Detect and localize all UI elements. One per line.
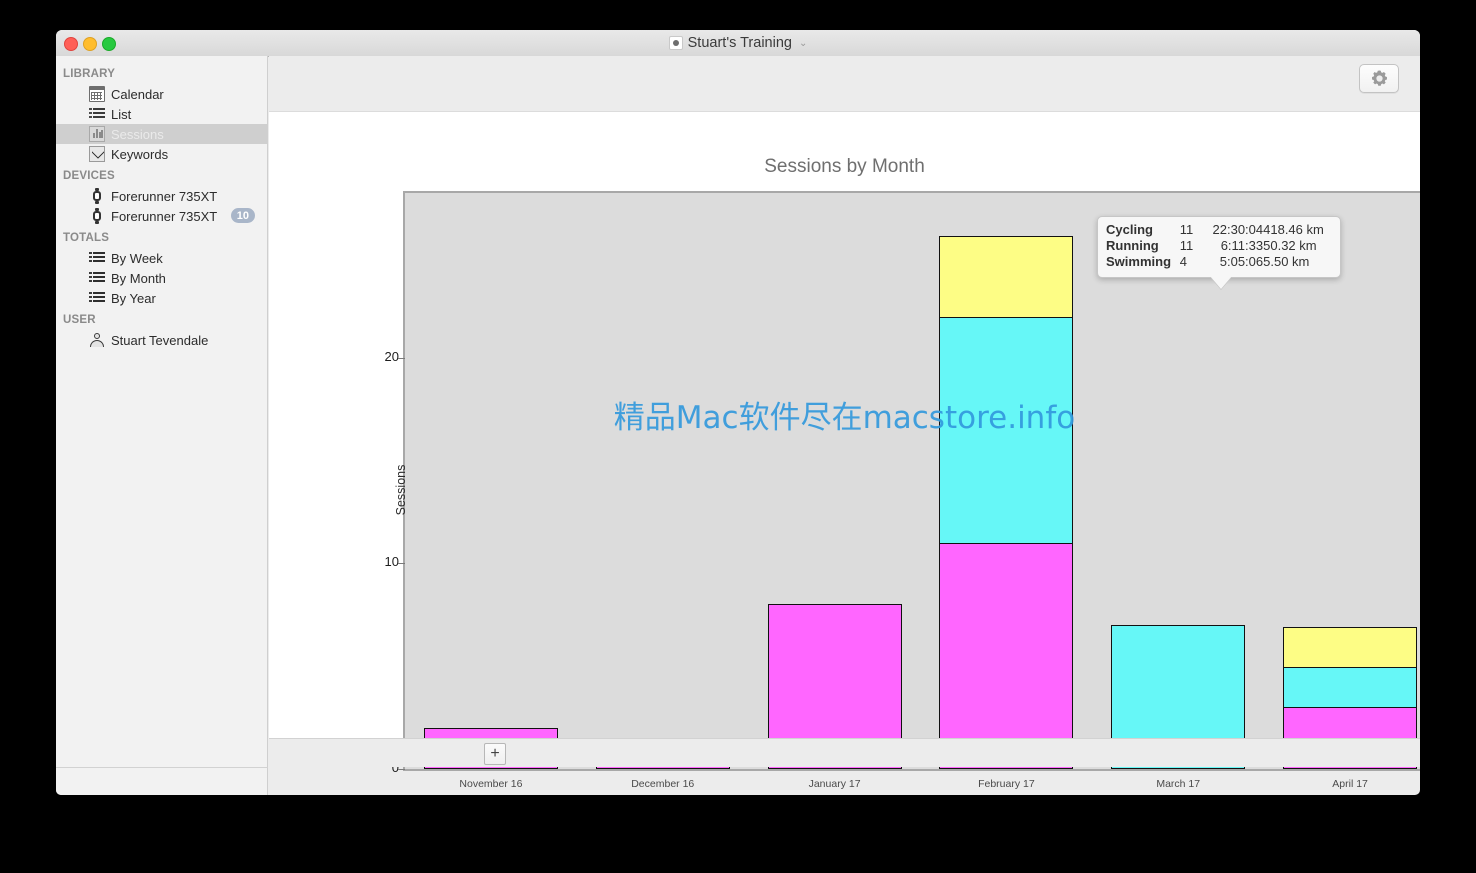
- tooltip-distance: 418.46 km: [1263, 222, 1324, 237]
- sidebar-item-forerunner-735xt[interactable]: Forerunner 735XT: [56, 186, 267, 206]
- chart-container: Sessions by Month Sessions 0 10 20 Novembe…: [269, 112, 1420, 790]
- main-content: Sessions by Month Sessions 0 10 20 Novembe…: [269, 56, 1420, 790]
- sidebar-section-header: TOTALS: [63, 232, 110, 244]
- tooltip-row: Running 11 6:11:33 50.32 km: [1106, 238, 1332, 254]
- chart-tooltip: Cycling 11 22:30:04 418.46 km Running 11 6:11:…: [1097, 216, 1341, 289]
- window-titlebar: Stuart's Training ⌄: [56, 30, 1420, 57]
- chart-title: Sessions by Month: [764, 156, 925, 177]
- totals-icon: [89, 270, 105, 286]
- sidebar-item-by-month[interactable]: By Month: [56, 268, 267, 288]
- sidebar-item-label: By Year: [111, 290, 156, 306]
- bar-segment-cycling[interactable]: [939, 542, 1074, 769]
- sidebar-footer: [56, 767, 268, 795]
- sidebar-item-label: Stuart Tevendale: [111, 332, 209, 348]
- chart-plot-area: Sessions 0 10 20 November 16 December 16 Jan…: [385, 191, 1420, 790]
- sidebar-item-label: List: [111, 106, 132, 122]
- sidebar-item-calendar[interactable]: Calendar: [56, 84, 267, 104]
- x-tick-label: April 17: [1332, 778, 1368, 790]
- y-tick-label: 20: [384, 348, 399, 364]
- gear-icon: [1371, 70, 1387, 86]
- sidebar-item-label: Forerunner 735XT: [111, 188, 218, 204]
- bar-segment-swimming[interactable]: [939, 236, 1074, 319]
- sidebar-section-header: USER: [63, 314, 96, 326]
- bar-segment-running[interactable]: [1283, 667, 1418, 709]
- sidebar-item-by-week[interactable]: By Week: [56, 248, 267, 268]
- tooltip-count: 11: [1179, 222, 1194, 237]
- document-icon: [668, 36, 683, 50]
- tooltip-time: 5:05:06: [1219, 254, 1264, 269]
- bar-segment-running[interactable]: [939, 317, 1074, 544]
- keywords-icon: [89, 146, 105, 162]
- add-button[interactable]: +: [484, 743, 506, 765]
- sidebar: LIBRARY Calendar List Sessions Keywords DEVIC…: [56, 56, 268, 767]
- bar-stack[interactable]: [939, 236, 1074, 769]
- sidebar-item-sessions[interactable]: Sessions: [56, 124, 267, 144]
- sessions-icon: [89, 126, 105, 142]
- tooltip-sport: Running: [1106, 238, 1159, 253]
- sidebar-item-keywords[interactable]: Keywords: [56, 144, 267, 164]
- settings-button[interactable]: [1359, 64, 1399, 93]
- sidebar-item-label: Sessions: [111, 126, 164, 142]
- toolbar: [269, 56, 1420, 112]
- totals-icon: [89, 250, 105, 266]
- totals-icon: [89, 290, 105, 306]
- sidebar-item-label: By Month: [111, 270, 166, 286]
- chevron-down-icon[interactable]: ⌄: [799, 38, 807, 49]
- user-icon: [89, 332, 105, 348]
- tooltip-arrow: [1210, 276, 1232, 289]
- bottom-bar: +: [269, 738, 1420, 767]
- tooltip-time: 22:30:04: [1212, 222, 1264, 237]
- bar-segment-swimming[interactable]: [1283, 627, 1418, 669]
- watch-icon: [89, 188, 105, 204]
- x-tick-label: January 17: [808, 778, 861, 790]
- tooltip-sport: Cycling: [1106, 222, 1153, 237]
- sidebar-item-stuart-tevendale[interactable]: Stuart Tevendale: [56, 330, 267, 350]
- y-tick-mark: [398, 357, 405, 359]
- tooltip-sport: Swimming: [1106, 254, 1172, 269]
- calendar-icon: [89, 86, 105, 102]
- tooltip-row: Cycling 11 22:30:04 418.46 km: [1106, 222, 1332, 238]
- window-title[interactable]: Stuart's Training ⌄: [56, 30, 1420, 56]
- sidebar-item-label: By Week: [111, 250, 163, 266]
- watch-icon: [89, 208, 105, 224]
- sidebar-item-forerunner-735xt[interactable]: Forerunner 735XT 10: [56, 206, 267, 226]
- y-tick-label: 10: [384, 554, 399, 570]
- x-tick-label: March 17: [1156, 778, 1201, 790]
- tooltip-table: Cycling 11 22:30:04 418.46 km Running 11 6:11:…: [1106, 222, 1332, 270]
- window-title-text: Stuart's Training: [687, 35, 792, 51]
- x-tick-label: February 17: [978, 778, 1035, 790]
- x-tick-label: November 16: [459, 778, 523, 790]
- tooltip-count: 4: [1179, 254, 1187, 269]
- tooltip-count: 11: [1179, 238, 1194, 253]
- list-icon: [89, 106, 105, 122]
- sidebar-section-header: LIBRARY: [63, 68, 116, 80]
- x-tick-label: December 16: [631, 778, 695, 790]
- sidebar-item-badge: 10: [230, 208, 255, 223]
- sidebar-item-label: Forerunner 735XT: [111, 208, 218, 224]
- sidebar-item-label: Keywords: [111, 146, 169, 162]
- sidebar-item-list[interactable]: List: [56, 104, 267, 124]
- y-tick-mark: [398, 563, 405, 565]
- sidebar-item-label: Calendar: [111, 86, 164, 102]
- sidebar-section-header: DEVICES: [63, 170, 115, 182]
- tooltip-distance: 5.50 km: [1263, 254, 1310, 269]
- sidebar-item-by-year[interactable]: By Year: [56, 288, 267, 308]
- app-window: Stuart's Training ⌄ LIBRARY Calendar List S…: [56, 30, 1420, 795]
- tooltip-time: 6:11:33: [1220, 238, 1264, 253]
- tooltip-row: Swimming 4 5:05:06 5.50 km: [1106, 254, 1332, 270]
- tooltip-distance: 50.32 km: [1263, 238, 1317, 253]
- y-tick-mark: [398, 769, 405, 770]
